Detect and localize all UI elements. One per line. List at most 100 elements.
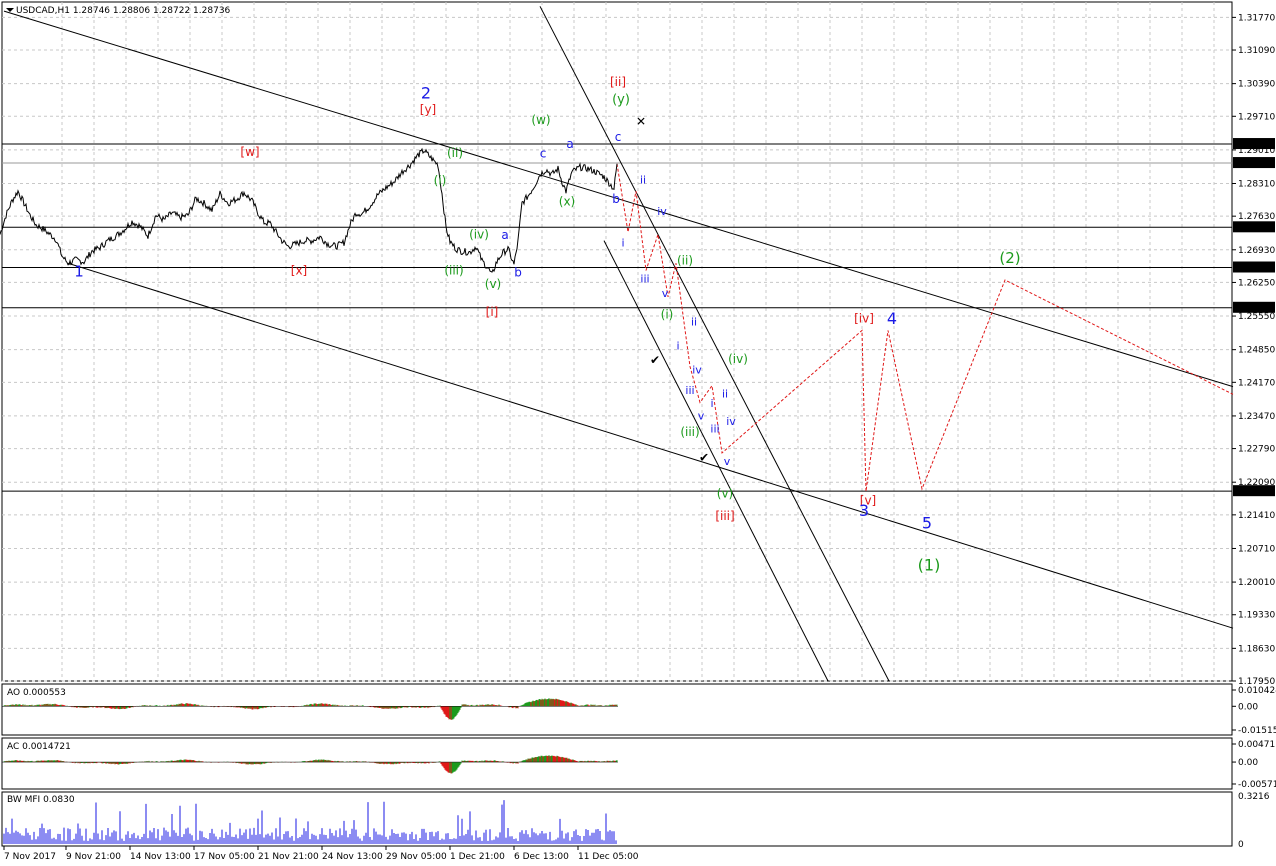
wave-label: b [612,192,620,206]
y-tick-label: 1.20010 [1238,578,1275,588]
y-tick-label: 1.24170 [1238,378,1275,388]
price-level-label: 1.27398 [1236,223,1273,233]
main-header: USDCAD,H1 1.28746 1.28806 1.28722 1.2873… [16,6,231,16]
chart-mark: ✕ [636,114,646,128]
x-tick-label: 24 Nov 13:00 [322,852,383,862]
ac-tick-label: -0.005716 [1238,780,1276,790]
wave-label: a [501,228,508,242]
ac-panel [1,737,1233,790]
y-tick-label: 1.30390 [1238,80,1275,90]
wave-label: c [540,147,547,161]
wave-label: [i] [486,305,499,319]
wave-label: b [514,266,522,280]
y-tick-label: 1.29710 [1238,112,1275,122]
x-axis: 7 Nov 2017 9 Nov 21:00 14 Nov 13:00 17 Nov … [3,846,639,862]
wave-label: (i) [661,307,674,321]
chart-mark: ✔ [699,451,709,465]
wave-label: (iii) [680,425,699,439]
y-tick-label: 1.21410 [1238,511,1275,521]
wave-label: (ii) [447,146,463,160]
x-tick-label: 7 Nov 2017 [4,852,56,862]
price-level-label: 1.26561 [1236,264,1273,274]
wave-label: [y] [420,102,436,116]
y-tick-label: 1.24850 [1238,346,1275,356]
wave-label: ii [722,388,728,401]
ac-header: AC 0.0014721 [7,742,71,752]
wave-label: (1) [918,556,941,575]
y-tick-label: 1.31090 [1238,46,1275,56]
y-tick-label: 1.27630 [1238,212,1275,222]
y-tick-label: 1.23470 [1238,412,1275,422]
wave-label: 2 [421,84,431,103]
y-axis: 1.31770 1.31090 1.30390 1.29710 1.29010 1.283… [1232,13,1275,687]
wave-label: i [621,236,624,249]
wave-label: 1 [74,263,84,281]
ao-tick-label: -0.015154 [1238,726,1276,736]
price-level-label: 1.21903 [1236,487,1273,497]
wave-label: (y) [612,92,630,107]
trading-chart: 1.291321.273981.265611.257221.219031.287… [0,1,1276,862]
wave-label: (x) [559,195,575,209]
wave-label: (w) [531,113,550,127]
wave-label: (iv) [469,227,489,241]
wave-label: iv [692,364,702,377]
wave-label: iv [726,415,736,428]
y-tick-label: 1.22790 [1238,445,1275,455]
wave-label: (v) [717,487,733,501]
wave-label: v [698,409,705,422]
wave-label: v [724,455,731,468]
wave-label: iii [710,423,719,436]
wave-label: (i) [434,173,447,187]
y-tick-label: 1.29010 [1238,146,1275,156]
y-tick-label: 1.26250 [1238,278,1275,288]
wave-label: (ii) [677,254,693,268]
x-tick-label: 17 Nov 05:00 [194,852,255,862]
x-tick-label: 29 Nov 05:00 [386,852,447,862]
y-tick-label: 1.31770 [1238,13,1275,23]
x-tick-label: 6 Dec 13:00 [514,852,569,862]
x-tick-label: 21 Nov 21:00 [258,852,319,862]
wave-label: iv [657,205,667,218]
y-tick-label: 1.20710 [1238,544,1275,554]
wave-label: (v) [485,277,501,291]
mfi-header: BW MFI 0.0830 [7,795,75,805]
x-tick-label: 11 Dec 05:00 [578,852,639,862]
x-tick-label: 14 Nov 13:00 [130,852,191,862]
wave-label: i [676,340,679,353]
x-tick-label: 9 Nov 21:00 [66,852,121,862]
chart-mark: ✔ [650,353,660,367]
y-tick-label: 1.26930 [1238,246,1275,256]
wave-label: a [566,137,573,151]
wave-label: 5 [922,513,932,532]
wave-label: 3 [859,501,869,520]
ac-tick-label: 0.004711 [1238,740,1276,750]
wave-label: (2) [999,249,1020,267]
mfi-tick-label: 0.3216 [1238,792,1270,802]
ao-tick-label: 0.010424 [1238,686,1276,696]
wave-label: [w] [240,145,259,159]
y-tick-label: 1.25550 [1238,312,1275,322]
wave-label: iii [640,272,649,285]
wave-label: [ii] [610,75,626,89]
y-tick-label: 1.19330 [1238,611,1275,621]
wave-label: 4 [887,309,897,328]
wave-label: i [710,397,713,410]
wave-label: iii [685,384,694,397]
wave-label: c [615,130,622,144]
ao-tick-label: 0.00 [1238,702,1258,712]
wave-label: [iv] [854,311,874,325]
x-tick-label: 1 Dec 21:00 [450,852,505,862]
wave-label: ii [640,174,646,187]
wave-label: v [662,287,669,300]
wave-label: [x] [291,263,307,277]
y-tick-label: 1.28310 [1238,180,1275,190]
ac-tick-label: 0.00 [1238,758,1258,768]
wave-label: (iv) [728,352,748,366]
ao-header: AO 0.000553 [7,688,66,698]
mfi-tick-label: 0 [1238,840,1244,850]
wave-label: [iii] [715,509,734,523]
wave-label: (iii) [444,263,463,277]
y-tick-label: 1.18630 [1238,644,1275,654]
ao-panel [1,683,1233,736]
current-price-label: 1.28736 [1236,159,1273,169]
